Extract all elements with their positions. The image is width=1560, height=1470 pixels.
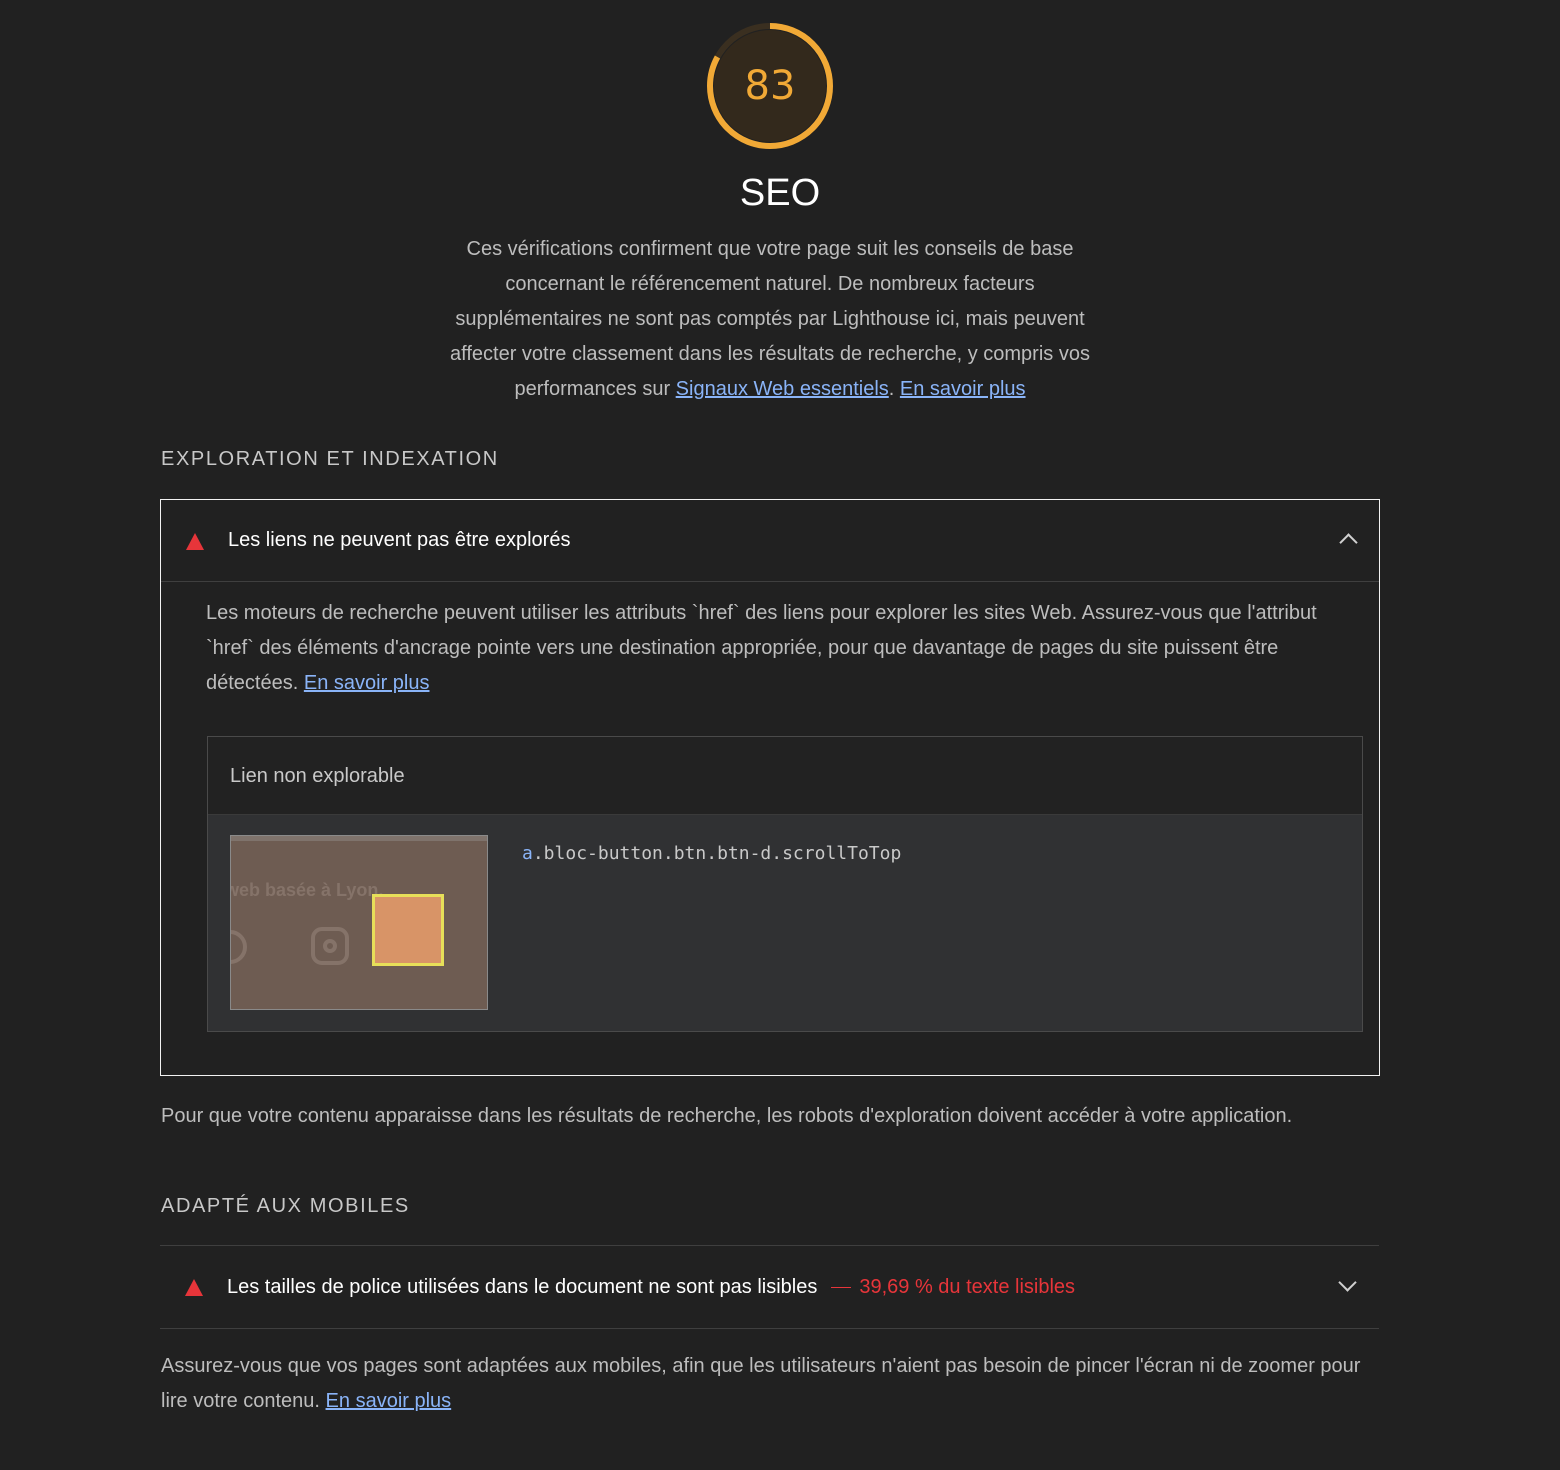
selector-tag: a	[522, 843, 533, 864]
details-table: Lien non explorable web basée à Lyon, a.…	[207, 736, 1363, 1032]
core-web-vitals-link[interactable]: Signaux Web essentiels	[676, 378, 889, 400]
audit-description: Les moteurs de recherche peuvent utilise…	[206, 596, 1346, 701]
mobile-learn-more-link[interactable]: En savoir plus	[326, 1390, 452, 1412]
seo-report-page: 83 SEO Ces vérifications confirment que …	[0, 0, 1560, 1470]
social-icon	[231, 930, 247, 964]
category-description: Ces vérifications confirment que votre p…	[430, 232, 1110, 407]
audit-font-size-title-row: Les tailles de police utilisées dans le …	[227, 1276, 1075, 1299]
group-description-mobile: Assurez-vous que vos pages sont adaptées…	[161, 1349, 1391, 1419]
audit-display-value: 39,69 % du texte lisibles	[859, 1276, 1076, 1298]
group-title-mobile: ADAPTÉ AUX MOBILES	[161, 1195, 410, 1217]
audit-font-size[interactable]: Les tailles de police utilisées dans le …	[160, 1245, 1379, 1329]
audit-learn-more-link[interactable]: En savoir plus	[304, 672, 430, 694]
fail-triangle-icon	[186, 533, 204, 550]
gauge-score-value: 83	[744, 63, 796, 109]
fail-triangle-icon	[185, 1279, 203, 1296]
category-description-text: Ces vérifications confirment que votre p…	[450, 238, 1090, 400]
seo-score-gauge[interactable]: 83	[704, 20, 836, 152]
display-value-dash	[831, 1287, 852, 1289]
element-highlight-box	[372, 894, 444, 966]
audit-crawlable-anchors: Les liens ne peuvent pas être explorés L…	[160, 499, 1380, 1076]
category-title: SEO	[739, 172, 821, 214]
description-separator: .	[888, 378, 895, 400]
audit-title: Les tailles de police utilisées dans le …	[227, 1276, 818, 1298]
table-column-header: Lien non explorable	[230, 765, 405, 787]
thumbnail-topbar	[231, 836, 487, 841]
thumbnail-text: web basée à Lyon,	[230, 880, 384, 900]
category-learn-more-link[interactable]: En savoir plus	[900, 378, 1026, 400]
selector-classes: .bloc-button.btn.btn-d.scrollToTop	[532, 843, 902, 864]
audit-title: Les liens ne peuvent pas être explorés	[228, 529, 571, 551]
instagram-icon	[311, 927, 349, 965]
group-title-crawl: EXPLORATION ET INDEXATION	[161, 448, 499, 470]
group-description-crawl: Pour que votre contenu apparaisse dans l…	[161, 1105, 1293, 1127]
element-screenshot-thumbnail[interactable]: web basée à Lyon,	[230, 835, 488, 1010]
table-header: Lien non explorable	[208, 737, 1362, 815]
chevron-up-icon[interactable]	[1339, 533, 1358, 552]
node-selector[interactable]: a.bloc-button.btn.btn-d.scrollToTop	[522, 843, 901, 864]
audit-header-crawlable-anchors[interactable]: Les liens ne peuvent pas être explorés	[161, 500, 1379, 582]
chevron-down-icon[interactable]	[1338, 1273, 1357, 1292]
